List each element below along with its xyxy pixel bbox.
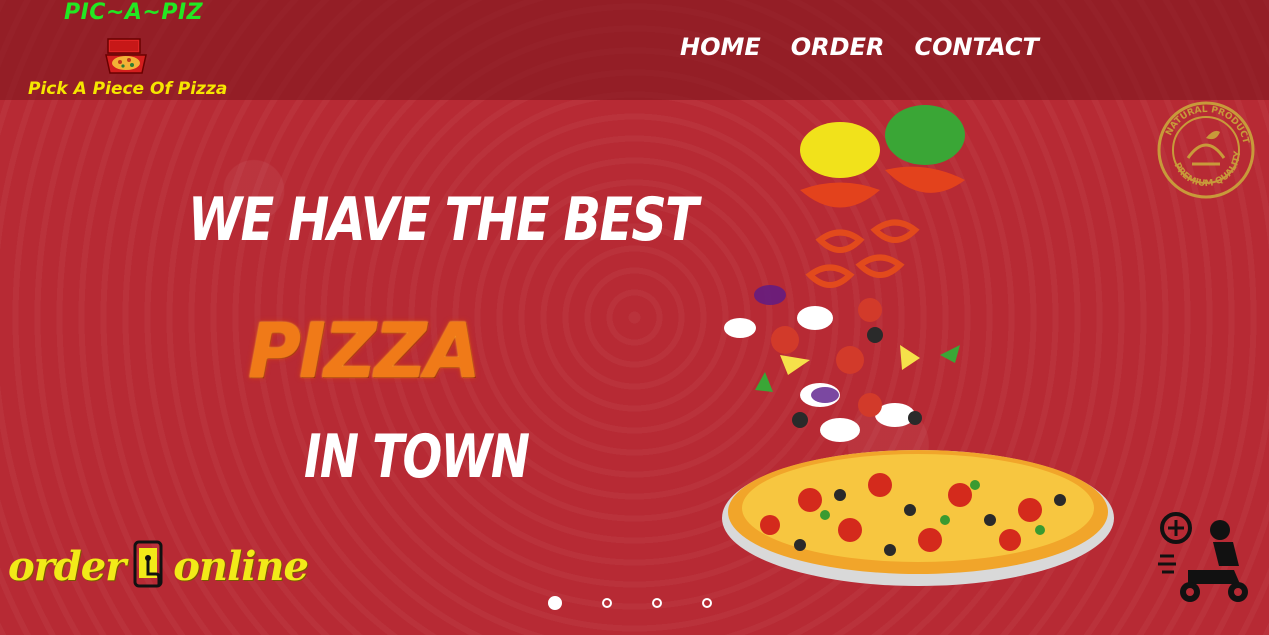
order-online-word1: order [8,543,126,590]
natural-product-premium-quality-badge-icon: NATURAL PRODUCT PREMIUM QUALITY [1157,101,1255,199]
carousel-dot-4[interactable] [702,598,712,608]
carousel-indicators [548,596,712,610]
badge-text-bottom: PREMIUM QUALITY [1172,150,1244,189]
mobile-phone-tap-icon [133,540,163,588]
nav-home-link[interactable]: HOME [680,33,761,61]
pizza-box-logo-icon [105,38,147,74]
brand-tagline: Pick A Piece Of Pizza [28,79,228,99]
flying-pizza-ingredients-illustration [722,105,1114,586]
nav-order-link[interactable]: ORDER [791,33,885,61]
carousel-dot-2[interactable] [602,598,612,608]
order-online-button[interactable]: order online [8,540,309,590]
order-online-word2: online [173,543,309,590]
svg-text:PREMIUM QUALITY: PREMIUM QUALITY [1172,150,1244,189]
brand-title: PIC~A~PIZ [64,0,204,25]
nav-contact-link[interactable]: CONTACT [914,33,1038,61]
carousel-dot-1[interactable] [548,596,562,610]
hero-headline-line1: WE HAVE THE BEST [188,185,699,255]
carousel-dot-3[interactable] [652,598,662,608]
hero-headline-pizza: PIZZA [248,306,481,395]
main-nav: HOME ORDER CONTACT [680,33,1039,61]
header-bar: PIC~A~PIZ Pick A Piece Of Pizza HOME ORD… [0,0,1269,100]
delivery-scooter-icon [1158,512,1248,602]
hero-headline-line3: IN TOWN [304,422,530,492]
